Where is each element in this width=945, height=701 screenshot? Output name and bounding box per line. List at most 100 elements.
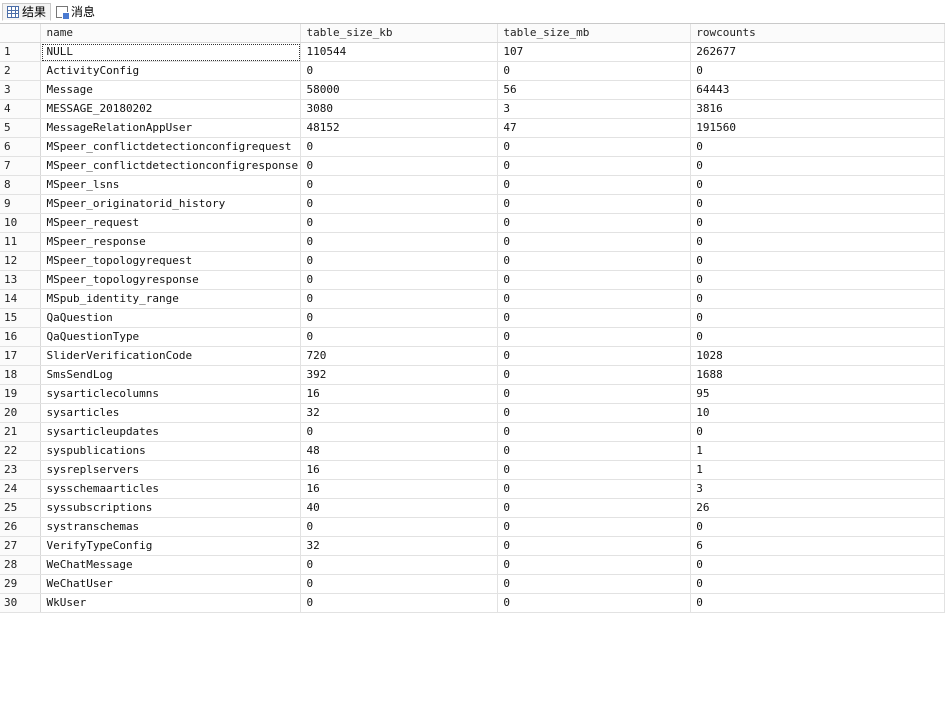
rowcounts-cell[interactable]: 0 (690, 61, 945, 81)
rowcounts-cell[interactable]: 3 (690, 479, 945, 499)
table-row[interactable]: 22 syspublications 48 0 1 (0, 441, 945, 461)
row-number-cell[interactable]: 1 (0, 42, 42, 62)
name-cell[interactable]: MSpeer_request (40, 213, 302, 233)
rowcounts-cell[interactable]: 0 (690, 327, 945, 347)
row-number-cell[interactable]: 23 (0, 460, 42, 480)
rowcounts-cell[interactable]: 0 (690, 289, 945, 309)
table-row[interactable]: 12 MSpeer_topologyrequest 0 0 0 (0, 251, 945, 271)
table-size-kb-cell[interactable]: 0 (300, 213, 499, 233)
table-size-kb-cell[interactable]: 40 (300, 498, 499, 518)
table-size-kb-cell[interactable]: 48152 (300, 118, 499, 138)
row-number-cell[interactable]: 4 (0, 99, 42, 119)
table-row[interactable]: 15 QaQuestion 0 0 0 (0, 308, 945, 328)
table-size-mb-cell[interactable]: 0 (497, 251, 692, 271)
row-number-cell[interactable]: 12 (0, 251, 42, 271)
row-number-cell[interactable]: 25 (0, 498, 42, 518)
table-size-mb-cell[interactable]: 0 (497, 536, 692, 556)
table-size-kb-cell[interactable]: 0 (300, 308, 499, 328)
table-row[interactable]: 18 SmsSendLog 392 0 1688 (0, 365, 945, 385)
table-row[interactable]: 16 QaQuestionType 0 0 0 (0, 327, 945, 347)
name-cell[interactable]: WkUser (40, 593, 302, 613)
table-size-mb-cell[interactable]: 0 (497, 346, 692, 366)
table-size-mb-cell[interactable]: 0 (497, 422, 692, 442)
table-size-mb-cell[interactable]: 0 (497, 517, 692, 537)
rowcounts-cell[interactable]: 0 (690, 232, 945, 252)
table-size-mb-cell[interactable]: 0 (497, 213, 692, 233)
table-size-kb-cell[interactable]: 0 (300, 593, 499, 613)
table-size-mb-cell[interactable]: 0 (497, 156, 692, 176)
table-size-mb-cell[interactable]: 56 (497, 80, 692, 100)
table-size-mb-cell[interactable]: 107 (497, 42, 692, 62)
table-size-kb-cell[interactable]: 0 (300, 422, 499, 442)
name-cell[interactable]: MSpeer_topologyresponse (40, 270, 302, 290)
row-number-cell[interactable]: 10 (0, 213, 42, 233)
table-size-kb-cell[interactable]: 0 (300, 232, 499, 252)
table-row[interactable]: 2 ActivityConfig 0 0 0 (0, 61, 945, 81)
row-number-cell[interactable]: 17 (0, 346, 42, 366)
table-row[interactable]: 20 sysarticles 32 0 10 (0, 403, 945, 423)
rowcounts-cell[interactable]: 0 (690, 137, 945, 157)
table-row[interactable]: 10 MSpeer_request 0 0 0 (0, 213, 945, 233)
table-size-mb-cell[interactable]: 47 (497, 118, 692, 138)
table-size-kb-cell[interactable]: 0 (300, 270, 499, 290)
name-cell[interactable]: MSpeer_originatorid_history (40, 194, 302, 214)
row-number-cell[interactable]: 15 (0, 308, 42, 328)
table-size-kb-cell[interactable]: 720 (300, 346, 499, 366)
rowcounts-cell[interactable]: 0 (690, 194, 945, 214)
table-row[interactable]: 27 VerifyTypeConfig 32 0 6 (0, 536, 945, 556)
table-size-mb-cell[interactable]: 0 (497, 384, 692, 404)
name-cell[interactable]: ActivityConfig (40, 61, 302, 81)
rowcounts-cell[interactable]: 0 (690, 422, 945, 442)
table-row[interactable]: 14 MSpub_identity_range 0 0 0 (0, 289, 945, 309)
tab-results[interactable]: 结果 (2, 3, 52, 21)
table-size-kb-cell[interactable]: 0 (300, 327, 499, 347)
rowcounts-cell[interactable]: 0 (690, 251, 945, 271)
table-size-mb-cell[interactable]: 0 (497, 194, 692, 214)
rowcounts-cell[interactable]: 0 (690, 517, 945, 537)
row-number-cell[interactable]: 18 (0, 365, 42, 385)
row-number-cell[interactable]: 5 (0, 118, 42, 138)
table-size-kb-cell[interactable]: 0 (300, 156, 499, 176)
rowcounts-cell[interactable]: 262677 (690, 42, 945, 62)
row-number-cell[interactable]: 24 (0, 479, 42, 499)
table-size-kb-cell[interactable]: 32 (300, 403, 499, 423)
table-size-kb-cell[interactable]: 0 (300, 574, 499, 594)
name-cell[interactable]: WeChatUser (40, 574, 302, 594)
tab-messages[interactable]: 消息 (52, 3, 99, 21)
table-row[interactable]: 1 NULL 110544 107 262677 (0, 42, 945, 62)
table-size-mb-cell[interactable]: 0 (497, 498, 692, 518)
table-size-mb-cell[interactable]: 0 (497, 270, 692, 290)
table-size-mb-cell[interactable]: 0 (497, 232, 692, 252)
name-cell[interactable]: MSpeer_response (40, 232, 302, 252)
table-size-mb-cell[interactable]: 0 (497, 574, 692, 594)
rowcounts-cell[interactable]: 191560 (690, 118, 945, 138)
name-cell[interactable]: syssubscriptions (40, 498, 302, 518)
row-number-cell[interactable]: 8 (0, 175, 42, 195)
column-header-name[interactable]: name (40, 24, 302, 43)
row-number-cell[interactable]: 20 (0, 403, 42, 423)
name-cell[interactable]: VerifyTypeConfig (40, 536, 302, 556)
table-size-kb-cell[interactable]: 16 (300, 460, 499, 480)
name-cell[interactable]: QaQuestion (40, 308, 302, 328)
rowcounts-cell[interactable]: 10 (690, 403, 945, 423)
row-number-cell[interactable]: 16 (0, 327, 42, 347)
rowcounts-cell[interactable]: 0 (690, 593, 945, 613)
rowcounts-cell[interactable]: 1028 (690, 346, 945, 366)
name-cell[interactable]: MSpub_identity_range (40, 289, 302, 309)
table-size-mb-cell[interactable]: 0 (497, 365, 692, 385)
table-size-mb-cell[interactable]: 0 (497, 308, 692, 328)
table-size-mb-cell[interactable]: 0 (497, 479, 692, 499)
name-cell[interactable]: MESSAGE_20180202 (40, 99, 302, 119)
rowcounts-cell[interactable]: 0 (690, 213, 945, 233)
table-size-kb-cell[interactable]: 58000 (300, 80, 499, 100)
rowcounts-cell[interactable]: 0 (690, 156, 945, 176)
table-row[interactable]: 7 MSpeer_conflictdetectionconfigresponse 0… (0, 156, 945, 176)
table-size-mb-cell[interactable]: 0 (497, 593, 692, 613)
name-cell[interactable]: MSpeer_lsns (40, 175, 302, 195)
table-size-kb-cell[interactable]: 32 (300, 536, 499, 556)
rowcounts-cell[interactable]: 1688 (690, 365, 945, 385)
name-cell[interactable]: sysarticlecolumns (40, 384, 302, 404)
name-cell[interactable]: MSpeer_topologyrequest (40, 251, 302, 271)
row-number-cell[interactable]: 22 (0, 441, 42, 461)
table-size-kb-cell[interactable]: 16 (300, 479, 499, 499)
